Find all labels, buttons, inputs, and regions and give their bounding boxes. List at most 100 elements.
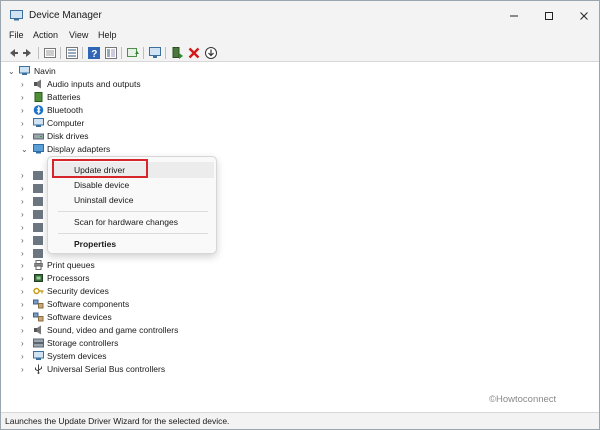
computer-icon — [19, 66, 30, 75]
chevron-right-icon[interactable]: › — [21, 198, 29, 206]
device-icon — [33, 210, 43, 219]
chevron-right-icon[interactable]: › — [21, 262, 29, 270]
context-separator — [58, 211, 208, 212]
tree-item[interactable]: › Print queues — [1, 259, 261, 272]
title-bar[interactable]: Device Manager — [1, 1, 599, 31]
chevron-right-icon[interactable]: › — [21, 133, 29, 141]
tree-item[interactable]: › Software devices — [1, 311, 261, 324]
monitor-icon — [33, 351, 44, 360]
context-properties[interactable]: Properties — [52, 236, 214, 252]
chevron-right-icon[interactable]: › — [21, 81, 29, 89]
refresh-icon[interactable] — [126, 46, 140, 60]
context-uninstall-device-label: Uninstall device — [74, 195, 134, 205]
tree-item[interactable]: › Processors — [1, 272, 261, 285]
menu-view[interactable]: View — [69, 30, 88, 40]
status-text: Launches the Update Driver Wizard for th… — [5, 416, 230, 426]
toolbar-separator — [143, 47, 144, 59]
tree-item-label: Software components — [47, 299, 130, 309]
battery-icon — [34, 92, 43, 102]
tree-item[interactable]: › Storage controllers — [1, 337, 261, 350]
tree-item[interactable]: › Computer — [1, 117, 261, 130]
tree-item-label: Universal Serial Bus controllers — [47, 364, 166, 374]
monitor-icon — [33, 118, 44, 127]
device-icon — [33, 171, 43, 180]
close-button[interactable] — [575, 7, 593, 25]
usb-icon — [35, 364, 42, 374]
component-icon — [33, 299, 44, 309]
tree-item-label: Display adapters — [47, 144, 111, 154]
chevron-right-icon[interactable]: › — [21, 314, 29, 322]
tree-item[interactable]: › Software components — [1, 298, 261, 311]
back-icon[interactable] — [6, 46, 20, 60]
details-view-icon[interactable] — [104, 46, 118, 60]
forward-icon[interactable] — [21, 46, 35, 60]
tree-item[interactable]: › Audio inputs and outputs — [1, 78, 261, 91]
context-disable-device[interactable]: Disable device — [52, 177, 214, 193]
component-icon — [33, 312, 44, 322]
context-disable-device-label: Disable device — [74, 180, 130, 190]
chevron-right-icon[interactable]: › — [21, 237, 29, 245]
tree-item-label: Batteries — [47, 92, 81, 102]
chevron-right-icon[interactable]: › — [21, 353, 29, 361]
toolbar-separator — [165, 47, 166, 59]
context-uninstall-device[interactable]: Uninstall device — [52, 192, 214, 208]
tree-item-label: Processors — [47, 273, 90, 283]
maximize-button[interactable] — [540, 7, 558, 25]
menu-help[interactable]: Help — [98, 30, 117, 40]
device-icon — [33, 236, 43, 245]
maximize-icon — [545, 12, 553, 20]
display-icon — [33, 144, 44, 154]
chevron-right-icon[interactable]: › — [21, 327, 29, 335]
help-icon[interactable]: ? — [87, 46, 101, 60]
device-manager-window: Device Manager File Action View Help ? ⌄… — [0, 0, 600, 430]
speaker-icon — [34, 325, 41, 335]
minimize-button[interactable] — [505, 7, 523, 25]
tree-item[interactable]: › Batteries — [1, 91, 261, 104]
chevron-right-icon[interactable]: › — [21, 288, 29, 296]
tree-item[interactable]: › Bluetooth — [1, 104, 261, 117]
chevron-right-icon[interactable]: › — [21, 211, 29, 219]
device-manager-app-icon — [10, 10, 23, 21]
menu-file[interactable]: File — [9, 30, 24, 40]
tree-item[interactable]: › Security devices — [1, 285, 261, 298]
chevron-right-icon[interactable]: › — [21, 172, 29, 180]
chevron-right-icon[interactable]: › — [21, 340, 29, 348]
context-properties-label: Properties — [74, 239, 117, 249]
chevron-right-icon[interactable]: › — [21, 107, 29, 115]
tree-item[interactable]: › System devices — [1, 350, 261, 363]
tree-item-label: Disk drives — [47, 131, 89, 141]
chevron-right-icon[interactable]: › — [21, 275, 29, 283]
toolbar-separator — [60, 47, 61, 59]
chip-icon — [34, 274, 43, 282]
tree-root[interactable]: ⌄ Navin — [1, 65, 201, 78]
context-scan-hardware[interactable]: Scan for hardware changes — [52, 214, 214, 230]
uninstall-icon[interactable] — [187, 46, 201, 60]
tree-item[interactable]: › Disk drives — [1, 130, 261, 143]
chevron-right-icon[interactable]: › — [21, 224, 29, 232]
tree-item[interactable]: ⌄ Display adapters — [1, 143, 261, 156]
tree-item-label: Security devices — [47, 286, 109, 296]
scan-hardware-icon[interactable] — [148, 46, 162, 60]
tree-item-label: System devices — [47, 351, 107, 361]
properties-sheet-icon[interactable] — [43, 46, 57, 60]
chevron-down-icon[interactable]: ⌄ — [8, 68, 16, 76]
download-icon[interactable] — [204, 46, 218, 60]
chevron-down-icon[interactable]: ⌄ — [21, 146, 29, 154]
list-view-icon[interactable] — [65, 46, 79, 60]
chevron-right-icon[interactable]: › — [21, 94, 29, 102]
printer-icon — [34, 260, 43, 270]
key-icon — [33, 287, 44, 295]
chevron-right-icon[interactable]: › — [21, 250, 29, 258]
tree-item[interactable]: › Sound, video and game controllers — [1, 324, 261, 337]
chevron-right-icon[interactable]: › — [21, 185, 29, 193]
chevron-right-icon[interactable]: › — [21, 366, 29, 374]
tree-item-label: Print queues — [47, 260, 95, 270]
disk-icon — [33, 133, 44, 140]
status-bar: Launches the Update Driver Wizard for th… — [1, 412, 599, 429]
minimize-icon — [510, 15, 518, 17]
tree-item[interactable]: › Universal Serial Bus controllers — [1, 363, 261, 376]
chevron-right-icon[interactable]: › — [21, 120, 29, 128]
menu-action[interactable]: Action — [33, 30, 58, 40]
chevron-right-icon[interactable]: › — [21, 301, 29, 309]
update-driver-icon[interactable] — [170, 46, 184, 60]
